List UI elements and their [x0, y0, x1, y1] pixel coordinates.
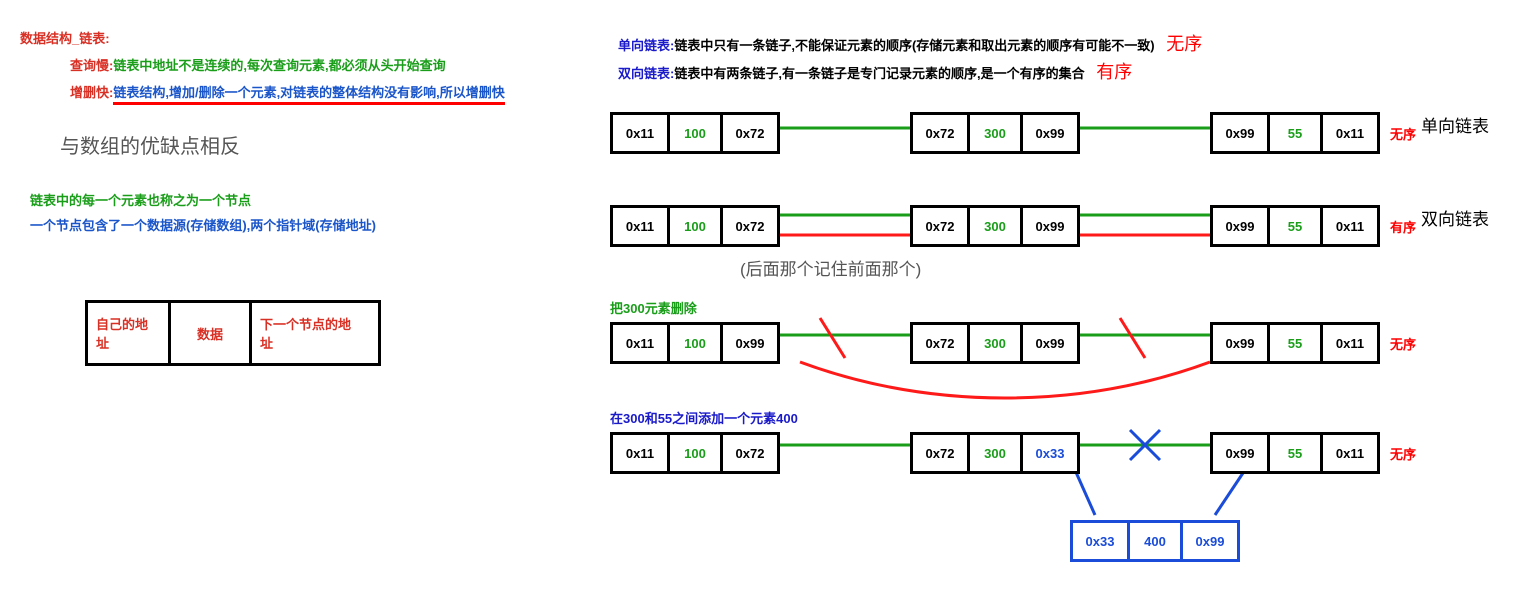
cell-val: 100: [670, 325, 720, 361]
cell-next: 0x11: [1323, 115, 1377, 151]
cell-next: 0x11: [1323, 435, 1377, 471]
cell-val: 55: [1270, 435, 1320, 471]
cell-addr: 0x72: [913, 325, 967, 361]
doubly-text: 链表中有两条链子,有一条链子是专门记录元素的顺序,是一个有序的集合: [674, 66, 1084, 81]
cell-val: 55: [1270, 115, 1320, 151]
singly-tag: 无序: [1166, 34, 1202, 54]
cell-val: 300: [970, 115, 1020, 151]
cell-val: 100: [670, 208, 720, 244]
cell-addr: 0x99: [1213, 208, 1267, 244]
cell-next: 0x99: [1183, 523, 1237, 559]
doubly-label: 双向链表:: [618, 66, 674, 81]
r4-node-2: 0x72 300 0x33: [910, 432, 1080, 474]
r1-node-2: 0x72 300 0x99: [910, 112, 1080, 154]
cell-next: 0x99: [1023, 115, 1077, 151]
cell-next: 0x99: [723, 325, 777, 361]
cell-next: 0x11: [1323, 325, 1377, 361]
cell-addr: 0x72: [913, 115, 967, 151]
contrast-text: 与数组的优缺点相反: [60, 130, 240, 159]
ins-text: 链表结构,增加/删除一个元素,对链表的整体结构没有影响,所以增删快: [113, 85, 504, 105]
r3-node-2: 0x72 300 0x99: [910, 322, 1080, 364]
r4-tag: 无序: [1390, 444, 1416, 463]
r3-node-1: 0x11 100 0x99: [610, 322, 780, 364]
node-name-line: 链表中的每一个元素也称之为一个节点: [30, 190, 251, 209]
r1-node-1: 0x11 100 0x72: [610, 112, 780, 154]
cell-addr: 0x72: [913, 208, 967, 244]
singly-line: 单向链表:链表中只有一条链子,不能保证元素的顺序(存储元素和取出元素的顺序有可能…: [618, 30, 1202, 56]
legend-self-addr: 自己的地址: [88, 303, 168, 363]
r4-node-new: 0x33 400 0x99: [1070, 520, 1240, 562]
r4-title: 在300和55之间添加一个元素400: [610, 408, 798, 427]
cell-addr: 0x11: [613, 435, 667, 471]
singly-label: 单向链表:: [618, 38, 674, 53]
cell-val: 100: [670, 435, 720, 471]
cell-next: 0x72: [723, 208, 777, 244]
cell-addr: 0x99: [1213, 115, 1267, 151]
r1-name: 单向链表: [1420, 112, 1490, 137]
r2-tag: 有序: [1390, 217, 1416, 236]
cell-addr: 0x11: [613, 208, 667, 244]
cell-next: 0x99: [1023, 208, 1077, 244]
r1-tag: 无序: [1390, 124, 1416, 143]
r2-node-3: 0x99 55 0x11: [1210, 205, 1380, 247]
cell-addr: 0x11: [613, 115, 667, 151]
query-line: 查询慢:链表中地址不是连续的,每次查询元素,都必须从头开始查询: [70, 55, 446, 74]
doubly-tag: 有序: [1096, 62, 1132, 82]
cell-next: 0x33: [1023, 435, 1077, 471]
singly-text: 链表中只有一条链子,不能保证元素的顺序(存储元素和取出元素的顺序有可能不一致): [674, 38, 1154, 53]
cell-next: 0x72: [723, 115, 777, 151]
r3-node-3: 0x99 55 0x11: [1210, 322, 1380, 364]
cell-next: 0x11: [1323, 208, 1377, 244]
cell-val: 55: [1270, 325, 1320, 361]
cell-val: 100: [670, 115, 720, 151]
node-composition-line: 一个节点包含了一个数据源(存储数组),两个指针域(存储地址): [30, 215, 376, 234]
r2-note: (后面那个记住前面那个): [740, 255, 921, 280]
legend-next-addr: 下一个节点的地址: [252, 303, 364, 363]
cell-addr: 0x11: [613, 325, 667, 361]
r2-name: 双向链表: [1420, 205, 1490, 230]
cell-addr: 0x99: [1213, 325, 1267, 361]
r2-node-1: 0x11 100 0x72: [610, 205, 780, 247]
cell-next: 0x72: [723, 435, 777, 471]
cell-val: 55: [1270, 208, 1320, 244]
cell-val: 300: [970, 435, 1020, 471]
cell-val: 300: [970, 325, 1020, 361]
cell-addr: 0x72: [913, 435, 967, 471]
query-label: 查询慢:: [70, 58, 113, 73]
cell-next: 0x99: [1023, 325, 1077, 361]
r2-node-2: 0x72 300 0x99: [910, 205, 1080, 247]
legend-node: 自己的地址 数据 下一个节点的地址: [85, 300, 381, 366]
query-text: 链表中地址不是连续的,每次查询元素,都必须从头开始查询: [113, 58, 445, 73]
ins-label: 增删快:: [70, 85, 113, 100]
cell-val: 300: [970, 208, 1020, 244]
cell-val: 400: [1130, 523, 1180, 559]
legend-data: 数据: [171, 303, 249, 363]
r4-node-1: 0x11 100 0x72: [610, 432, 780, 474]
cell-addr: 0x99: [1213, 435, 1267, 471]
title: 数据结构_链表:: [20, 28, 110, 47]
cell-addr: 0x33: [1073, 523, 1127, 559]
r3-tag: 无序: [1390, 334, 1416, 353]
r4-node-3: 0x99 55 0x11: [1210, 432, 1380, 474]
insert-line: 增删快:链表结构,增加/删除一个元素,对链表的整体结构没有影响,所以增删快: [70, 82, 505, 101]
r1-node-3: 0x99 55 0x11: [1210, 112, 1380, 154]
r3-title: 把300元素删除: [610, 298, 697, 317]
doubly-line: 双向链表:链表中有两条链子,有一条链子是专门记录元素的顺序,是一个有序的集合 有…: [618, 58, 1132, 84]
